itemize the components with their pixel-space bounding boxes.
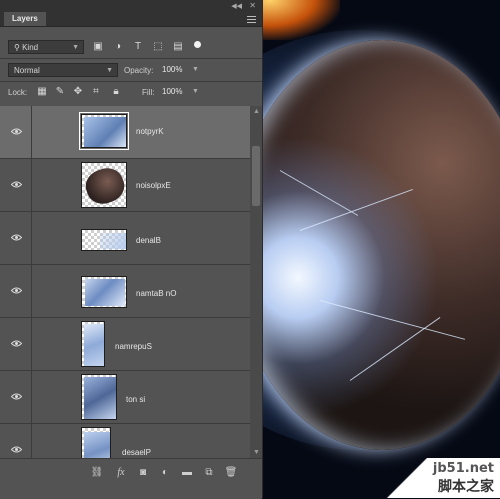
fill-label: Fill: — [142, 88, 155, 97]
layer-thumbnail — [81, 374, 117, 420]
layer-thumbnail — [81, 276, 127, 308]
eye-icon — [11, 446, 22, 453]
collapse-icon[interactable]: ◀◀ — [231, 2, 242, 10]
blend-mode-select[interactable]: Normal ▼ — [8, 63, 118, 77]
lock-transparent-icon[interactable]: ▦ — [36, 86, 48, 98]
layer-row[interactable]: denalB — [0, 212, 250, 265]
lock-image-icon[interactable]: ✎ — [54, 86, 66, 98]
visibility-toggle[interactable] — [0, 212, 32, 264]
new-layer-icon[interactable]: ⧉ — [202, 467, 216, 479]
layer-row[interactable]: notpyrK — [0, 106, 250, 159]
lock-all-icon[interactable]: 🔒︎ — [110, 86, 122, 98]
mask-icon[interactable]: ◙ — [136, 467, 150, 479]
layer-thumbnail — [81, 321, 105, 367]
divider — [0, 81, 262, 82]
lock-label: Lock: — [8, 88, 28, 97]
chevron-down-icon: ▼ — [72, 44, 79, 51]
watermark: jb51.net 脚本之家 — [433, 461, 494, 496]
layers-scrollbar[interactable]: ▲ ▼ — [250, 106, 262, 458]
opacity-input[interactable]: 100% — [162, 63, 182, 77]
chevron-down-icon[interactable]: ▼ — [192, 88, 199, 95]
filter-kind-label: Kind — [22, 43, 39, 52]
scrollbar-thumb[interactable] — [252, 146, 260, 206]
visibility-toggle[interactable] — [0, 318, 32, 370]
divider — [0, 58, 262, 59]
chevron-down-icon[interactable]: ▼ — [192, 66, 199, 73]
scroll-up-icon[interactable]: ▲ — [253, 108, 260, 115]
layer-name[interactable]: namrepuS — [115, 342, 152, 351]
eye-icon — [11, 287, 22, 294]
close-icon[interactable]: ✕ — [249, 1, 256, 10]
eye-icon — [11, 393, 22, 400]
layer-name[interactable]: desaelP — [122, 448, 151, 457]
layer-thumbnail — [81, 229, 127, 251]
watermark-site: jb51.net — [432, 461, 494, 476]
trash-icon[interactable]: 🗑︎ — [224, 467, 238, 479]
watermark-brand: 脚本之家 — [438, 478, 494, 494]
layer-row[interactable]: ton si — [0, 371, 250, 424]
blend-mode-value: Normal — [14, 66, 40, 75]
layer-name[interactable]: notpyrK — [136, 127, 164, 136]
type-filter-icon[interactable]: T — [132, 41, 144, 53]
chevron-down-icon: ▼ — [106, 67, 113, 74]
visibility-toggle[interactable] — [0, 424, 32, 458]
eye-icon — [11, 128, 22, 135]
layer-name[interactable]: noisolpxE — [136, 181, 171, 190]
adjustment-icon[interactable]: ◐ — [158, 467, 172, 479]
layer-name[interactable]: namtaB nO — [136, 289, 176, 298]
visibility-toggle[interactable] — [0, 371, 32, 423]
shape-filter-icon[interactable]: ⬚ — [152, 41, 164, 53]
panel-tabbar: Layers ◀◀ ✕ — [0, 0, 262, 27]
layers-footer: ⛓ fx ◙ ◐ ▬ ⧉ 🗑︎ — [0, 458, 262, 499]
layer-thumbnail — [81, 427, 111, 458]
scroll-down-icon[interactable]: ▼ — [253, 449, 260, 456]
layer-name[interactable]: denalB — [136, 236, 161, 245]
filter-toggle-icon[interactable] — [194, 41, 201, 48]
layer-row[interactable]: desaelP — [0, 424, 250, 458]
visibility-toggle[interactable] — [0, 106, 32, 158]
fx-icon[interactable]: fx — [114, 467, 128, 479]
visibility-toggle[interactable] — [0, 159, 32, 211]
pixel-filter-icon[interactable]: ▣ — [92, 41, 104, 53]
adjustment-filter-icon[interactable]: ◑ — [112, 41, 124, 53]
layers-panel: Layers ◀◀ ✕ ⚲ Kind ▼ ▣ ◑ T ⬚ ▤ Normal ▼ … — [0, 0, 263, 499]
lock-position-icon[interactable]: ✥ — [72, 86, 84, 98]
eye-icon — [11, 234, 22, 241]
layer-thumbnail — [79, 112, 129, 150]
layer-thumbnail — [81, 162, 127, 208]
link-icon[interactable]: ⛓ — [90, 467, 104, 479]
layer-name[interactable]: ton si — [126, 395, 145, 404]
search-icon: ⚲ — [14, 43, 23, 52]
group-icon[interactable]: ▬ — [180, 467, 194, 479]
layer-row[interactable]: namtaB nO — [0, 265, 250, 318]
filter-kind-select[interactable]: ⚲ Kind ▼ — [8, 40, 84, 54]
layers-list: notpyrK noisolpxE denalB namtaB nO namre… — [0, 106, 262, 458]
eye-icon — [11, 181, 22, 188]
panel-menu-icon[interactable] — [247, 14, 256, 25]
opacity-label: Opacity: — [124, 66, 154, 75]
lock-artboard-icon[interactable]: ⌗ — [90, 86, 102, 98]
tab-layers[interactable]: Layers — [4, 12, 46, 26]
layer-row[interactable]: noisolpxE — [0, 159, 250, 212]
fill-input[interactable]: 100% — [162, 85, 182, 99]
visibility-toggle[interactable] — [0, 265, 32, 317]
layer-row[interactable]: namrepuS — [0, 318, 250, 371]
smart-object-filter-icon[interactable]: ▤ — [172, 41, 184, 53]
eye-icon — [11, 340, 22, 347]
